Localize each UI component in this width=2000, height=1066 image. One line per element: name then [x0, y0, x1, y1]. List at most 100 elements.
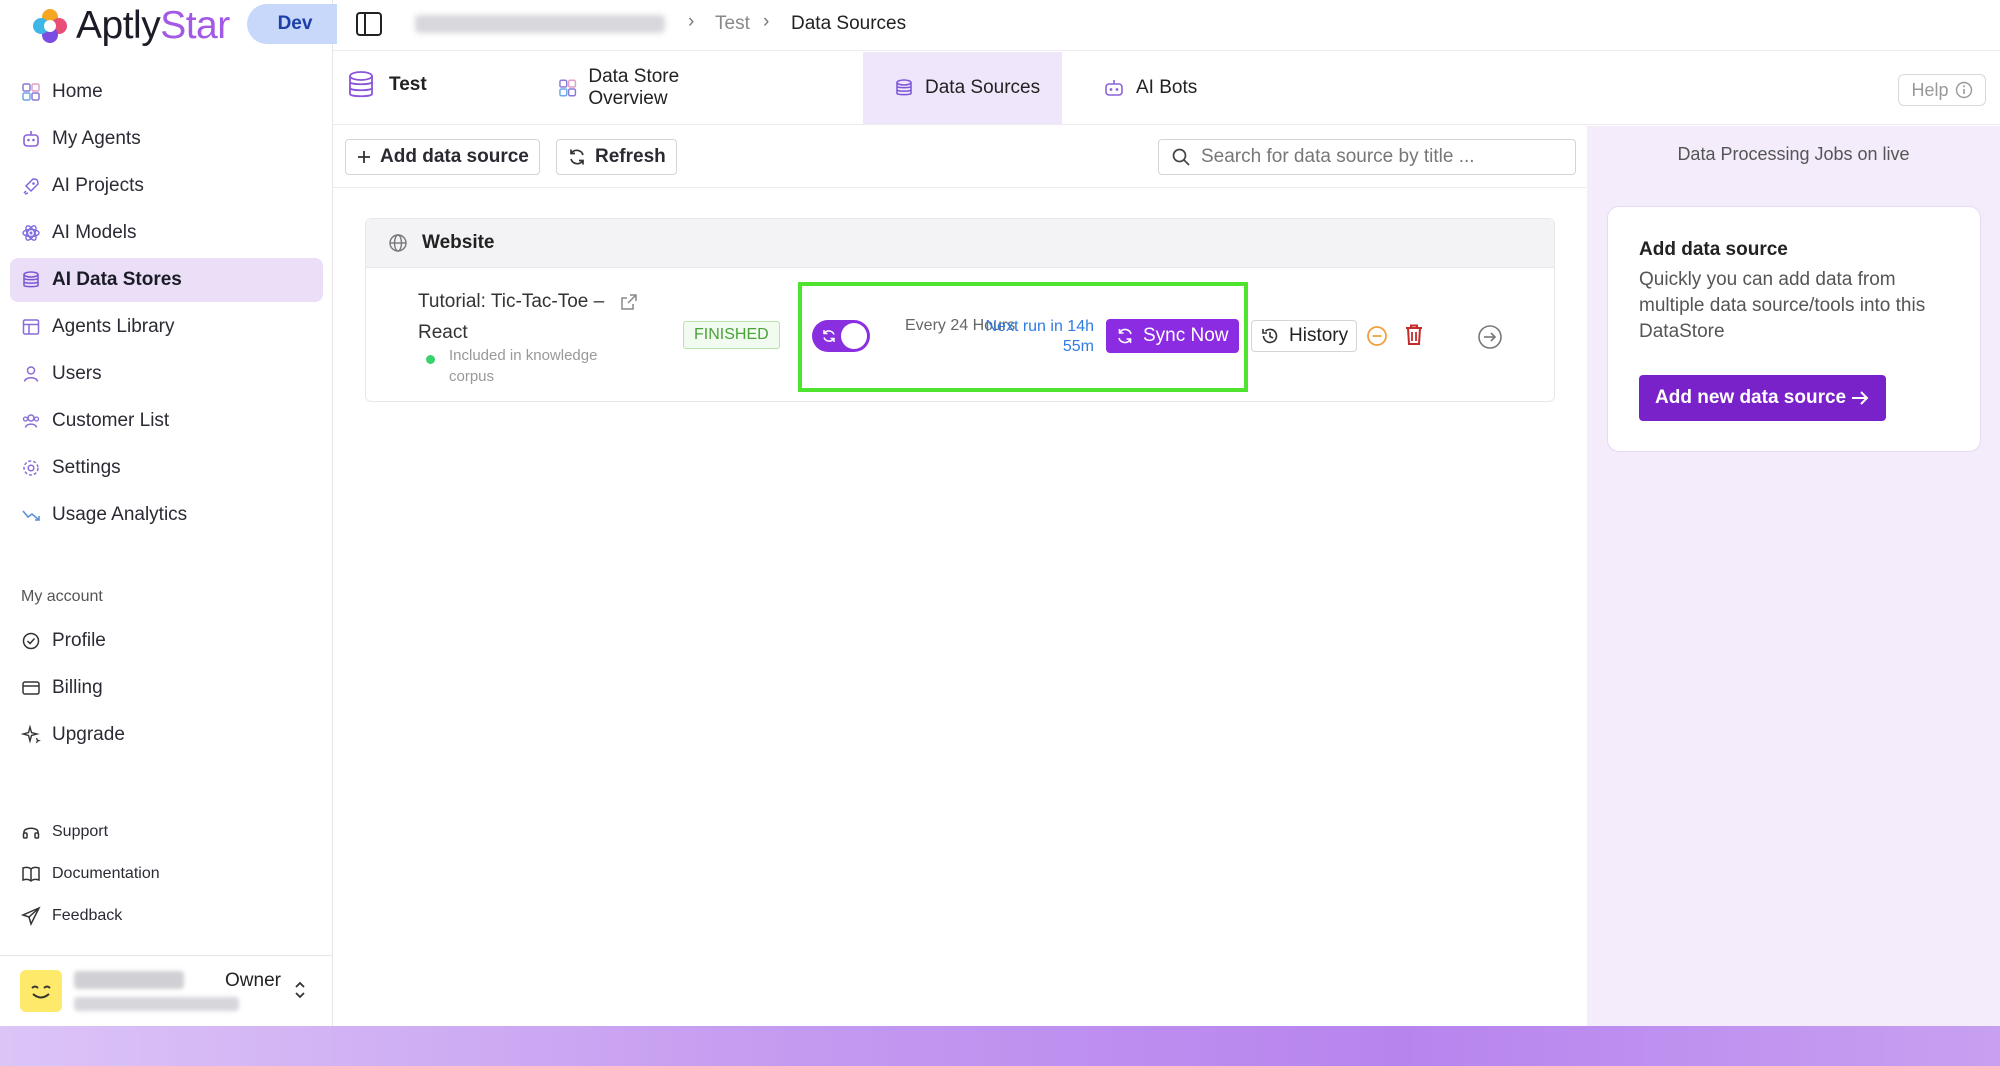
add-data-source-card-description: Quickly you can add data from multiple d… — [1639, 269, 1926, 342]
analytics-icon — [22, 510, 40, 521]
book-icon — [22, 866, 40, 883]
arrow-right-circle-icon[interactable] — [1477, 324, 1503, 350]
sidebar-item-label: AI Models — [52, 222, 137, 243]
arrow-right-icon — [1852, 391, 1869, 405]
sidebar-item-profile[interactable]: Profile — [10, 619, 323, 663]
add-new-data-source-label: Add new data source — [1655, 387, 1847, 408]
search-input[interactable] — [1201, 146, 1561, 168]
source-title[interactable]: Tutorial: Tic-Tac-Toe – React — [418, 286, 618, 348]
auto-sync-toggle[interactable] — [812, 320, 870, 352]
source-status: Included in knowledge corpus — [426, 345, 619, 387]
sidebar-item-billing[interactable]: Billing — [10, 666, 323, 710]
processing-jobs-title: Data Processing Jobs on live — [1677, 144, 1910, 164]
history-button[interactable]: History — [1251, 320, 1358, 352]
atom-icon — [22, 225, 40, 241]
send-icon — [21, 906, 41, 926]
sidebar-item-label: Billing — [52, 677, 103, 698]
sidebar-item-usage-analytics[interactable]: Usage Analytics — [10, 493, 323, 537]
toggle-knob — [841, 323, 867, 349]
environment-badge[interactable]: Dev — [247, 4, 337, 44]
sync-now-label: Sync Now — [1143, 325, 1229, 346]
datastore-tabs: Test Data Store Overview Data Sources AI… — [333, 52, 2000, 125]
datastore-name: Test — [389, 74, 427, 95]
sidebar-item-label: Home — [52, 81, 103, 102]
add-data-source-label: Add data source — [380, 146, 529, 167]
search-box[interactable] — [1158, 139, 1576, 175]
database-icon — [349, 71, 373, 98]
tab-label: Data Sources — [925, 77, 1041, 98]
footer-nav: Support Documentation Feedback — [10, 812, 323, 938]
add-data-source-card-title: Add data source — [1639, 239, 1788, 260]
sidebar-item-feedback[interactable]: Feedback — [10, 896, 323, 936]
sidebar-item-label: Feedback — [52, 907, 123, 924]
bot-icon — [1105, 80, 1123, 96]
main-nav: Home My Agents AI Projects AI Models AI … — [10, 70, 323, 540]
avatar — [20, 969, 62, 1012]
trash-icon[interactable] — [1403, 323, 1425, 347]
sidebar-item-documentation[interactable]: Documentation — [10, 854, 323, 894]
datastore-title: Test — [347, 70, 427, 100]
datasource-toolbar: Add data source Refresh — [333, 126, 1586, 188]
sidebar-toggle-icon[interactable] — [355, 10, 383, 38]
add-data-source-button[interactable]: Add data source — [345, 139, 540, 175]
tab-label: AI Bots — [1136, 77, 1198, 98]
sidebar-item-settings[interactable]: Settings — [10, 446, 323, 490]
home-grid-icon — [22, 83, 40, 101]
gear-icon — [23, 460, 39, 476]
sidebar-item-support[interactable]: Support — [10, 812, 323, 852]
add-new-data-source-button[interactable]: Add new data source — [1639, 375, 1887, 421]
globe-icon — [389, 234, 407, 252]
sidebar: AptlyStar Dev Home My Agents AI Projects… — [0, 0, 337, 1026]
history-label: History — [1289, 325, 1349, 346]
sidebar-item-label: Customer List — [52, 410, 170, 431]
robot-icon — [23, 131, 39, 147]
exclude-icon[interactable] — [1366, 325, 1388, 347]
sidebar-item-label: Profile — [52, 630, 106, 651]
info-icon — [1955, 81, 1972, 99]
refresh-label: Refresh — [595, 146, 666, 167]
next-run-time: Next run in 14h 55m — [985, 318, 1094, 355]
help-button[interactable]: Help — [1898, 74, 1986, 106]
top-bar: › Test › Data Sources — [333, 0, 2000, 51]
refresh-button[interactable]: Refresh — [556, 139, 677, 175]
status-dot — [426, 355, 435, 364]
sidebar-item-customer-list[interactable]: Customer List — [10, 399, 323, 443]
refresh-icon — [570, 149, 584, 165]
smiley-avatar-icon — [31, 985, 51, 998]
breadcrumb-datastore[interactable]: Test — [715, 13, 750, 35]
search-icon — [1172, 148, 1190, 166]
tab-data-store-overview[interactable]: Data Store Overview — [558, 52, 758, 124]
sidebar-item-home[interactable]: Home — [10, 70, 323, 114]
sync-icon — [1118, 328, 1132, 344]
aptlystar-logo-icon — [33, 9, 67, 43]
account-nav: Profile Billing Upgrade — [10, 619, 323, 760]
brand[interactable]: AptlyStar — [30, 4, 230, 48]
processing-jobs-panel: Data Processing Jobs on live Add data so… — [1587, 126, 2000, 1026]
external-link-icon[interactable] — [619, 292, 639, 312]
plus-icon — [358, 151, 370, 163]
sidebar-item-ai-models[interactable]: AI Models — [10, 211, 323, 255]
chevron-up-down-icon[interactable] — [293, 980, 307, 1000]
user-name-redacted — [74, 970, 184, 989]
sync-now-button[interactable]: Sync Now — [1106, 319, 1239, 353]
sidebar-item-users[interactable]: Users — [10, 352, 323, 396]
library-icon — [22, 319, 40, 335]
tab-ai-bots[interactable]: AI Bots — [1103, 52, 1223, 124]
headset-icon — [22, 827, 40, 839]
sidebar-item-ai-data-stores[interactable]: AI Data Stores — [10, 258, 323, 302]
breadcrumb-separator: › — [688, 11, 695, 32]
sidebar-item-agents-library[interactable]: Agents Library — [10, 305, 323, 349]
user-menu[interactable]: Owner — [0, 955, 333, 1025]
overview-icon — [559, 79, 577, 97]
sidebar-item-upgrade[interactable]: Upgrade — [10, 713, 323, 757]
sidebar-item-label: Upgrade — [52, 724, 125, 745]
bottom-gradient-bar — [0, 1026, 2000, 1066]
history-icon — [1262, 328, 1278, 344]
tab-label: Data Store Overview — [588, 66, 680, 109]
credit-card-icon — [22, 681, 40, 695]
sidebar-item-ai-projects[interactable]: AI Projects — [10, 164, 323, 208]
breadcrumb-account-redacted[interactable] — [415, 15, 665, 33]
customers-icon — [22, 414, 40, 428]
sidebar-item-my-agents[interactable]: My Agents — [10, 117, 323, 161]
tab-data-sources[interactable]: Data Sources — [863, 52, 1062, 124]
